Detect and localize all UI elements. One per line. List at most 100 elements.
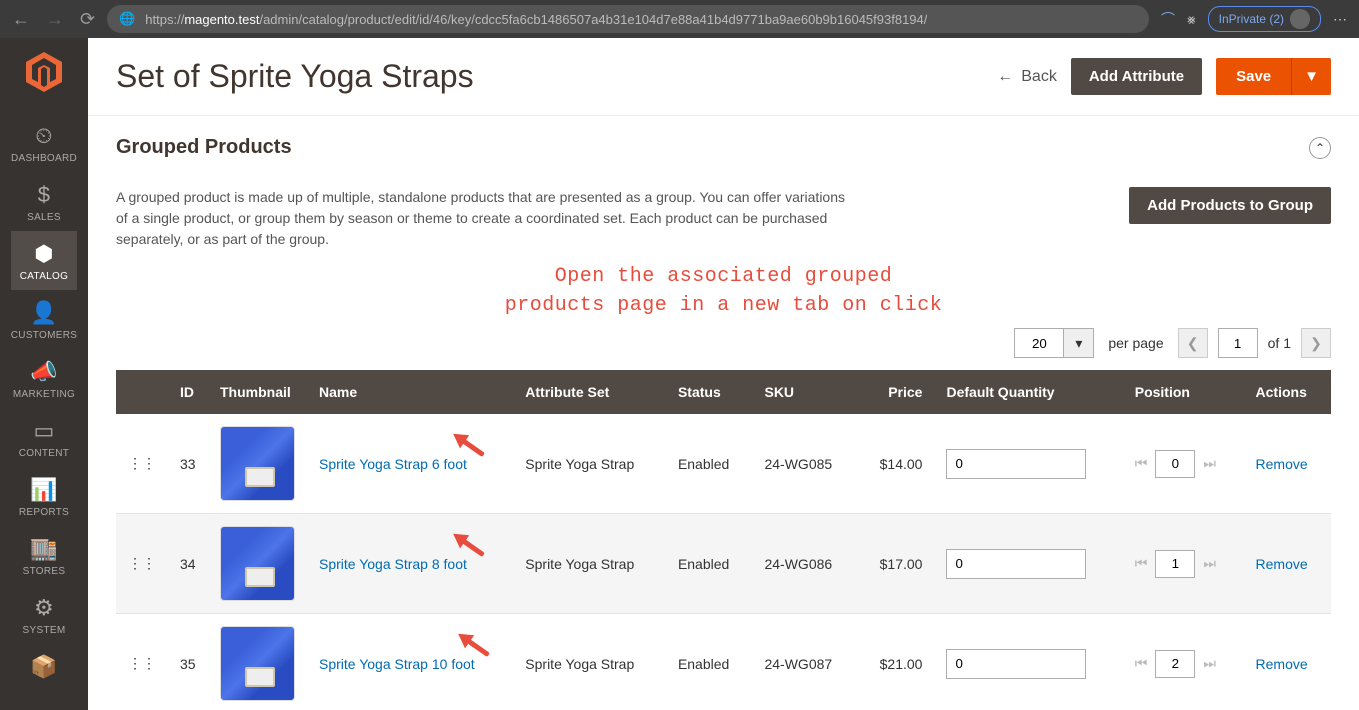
- url-bar[interactable]: 🌐 https://magento.test/admin/catalog/pro…: [107, 5, 1149, 33]
- th-thumbnail: Thumbnail: [208, 370, 307, 414]
- cell-position: ⏮⏭: [1123, 414, 1244, 514]
- back-button[interactable]: ← Back: [997, 68, 1057, 86]
- browser-forward-icon: →: [46, 9, 64, 30]
- next-page-button[interactable]: ❯: [1301, 328, 1331, 358]
- position-first-icon[interactable]: ⏮: [1135, 455, 1148, 472]
- default-qty-input[interactable]: [946, 649, 1086, 679]
- cell-status: Enabled: [666, 514, 753, 614]
- page-header: Set of Sprite Yoga Straps ← Back Add Att…: [88, 38, 1359, 116]
- product-thumbnail: [220, 626, 295, 701]
- position-first-icon[interactable]: ⏮: [1135, 555, 1148, 572]
- add-attribute-button[interactable]: Add Attribute: [1071, 58, 1202, 95]
- annotation-text: Open the associated grouped products pag…: [116, 262, 1331, 320]
- cell-name: Sprite Yoga Strap 10 foot: [307, 614, 513, 710]
- globe-icon: 🌐: [119, 11, 135, 27]
- th-actions: Actions: [1244, 370, 1331, 414]
- page-title: Set of Sprite Yoga Straps: [116, 58, 474, 95]
- cell-attribute-set: Sprite Yoga Strap: [513, 614, 666, 710]
- cell-id: 34: [168, 514, 208, 614]
- current-page-input[interactable]: [1218, 328, 1258, 358]
- sidebar-item-dashboard[interactable]: ⏲DASHBOARD: [11, 113, 77, 172]
- drag-handle-icon[interactable]: ⋮⋮: [116, 614, 168, 710]
- browser-refresh-icon[interactable]: ⟳: [80, 9, 95, 30]
- product-name-link[interactable]: Sprite Yoga Strap 8 foot: [319, 556, 467, 572]
- cell-position: ⏮⏭: [1123, 514, 1244, 614]
- magento-logo-icon[interactable]: [26, 52, 62, 101]
- sidebar-item-extra[interactable]: 📦: [11, 644, 77, 692]
- browser-more-icon[interactable]: ⋯: [1333, 11, 1347, 28]
- sidebar-item-label: STORES: [23, 566, 66, 577]
- grid-toolbar: ▾ per page ❮ of 1 ❯: [116, 328, 1331, 358]
- product-thumbnail: [220, 426, 295, 501]
- default-qty-input[interactable]: [946, 449, 1086, 479]
- sidebar-icon: 📣: [11, 359, 77, 385]
- cell-name: Sprite Yoga Strap 6 foot: [307, 414, 513, 514]
- add-products-to-group-button[interactable]: Add Products to Group: [1129, 187, 1331, 224]
- table-row: ⋮⋮33Sprite Yoga Strap 6 footSprite Yoga …: [116, 414, 1331, 514]
- cell-actions: Remove: [1244, 414, 1331, 514]
- position-input[interactable]: [1155, 550, 1195, 578]
- save-button[interactable]: Save ▼: [1216, 58, 1331, 95]
- cell-price: $17.00: [858, 514, 935, 614]
- avatar-icon: [1290, 9, 1310, 29]
- sidebar-item-catalog[interactable]: ⬢CATALOG: [11, 231, 77, 290]
- browser-extensions-icon[interactable]: ⨳: [1187, 11, 1196, 28]
- cell-price: $21.00: [858, 614, 935, 710]
- cell-sku: 24-WG085: [752, 414, 857, 514]
- sidebar-icon: 📊: [11, 477, 77, 503]
- default-qty-input[interactable]: [946, 549, 1086, 579]
- sidebar-item-label: SALES: [27, 212, 61, 223]
- browser-back-icon[interactable]: ←: [12, 9, 30, 30]
- product-name-link[interactable]: Sprite Yoga Strap 10 foot: [319, 656, 475, 672]
- browser-ext-icon[interactable]: ⌒: [1161, 9, 1175, 29]
- remove-link[interactable]: Remove: [1256, 656, 1308, 672]
- position-first-icon[interactable]: ⏮: [1135, 655, 1148, 672]
- position-input[interactable]: [1155, 450, 1195, 478]
- cell-sku: 24-WG086: [752, 514, 857, 614]
- inprivate-badge[interactable]: InPrivate (2): [1208, 6, 1321, 32]
- sidebar-item-content[interactable]: ▭CONTENT: [11, 408, 77, 467]
- drag-handle-icon[interactable]: ⋮⋮: [116, 514, 168, 614]
- th-name: Name: [307, 370, 513, 414]
- url-text: https://magento.test/admin/catalog/produ…: [145, 12, 927, 27]
- cell-status: Enabled: [666, 414, 753, 514]
- cell-sku: 24-WG087: [752, 614, 857, 710]
- save-label: Save: [1216, 58, 1291, 95]
- remove-link[interactable]: Remove: [1256, 556, 1308, 572]
- th-default-qty: Default Quantity: [934, 370, 1122, 414]
- sidebar-item-label: CONTENT: [19, 448, 69, 459]
- sidebar-item-customers[interactable]: 👤CUSTOMERS: [11, 290, 77, 349]
- cell-attribute-set: Sprite Yoga Strap: [513, 514, 666, 614]
- sidebar-item-label: CUSTOMERS: [11, 330, 77, 341]
- sidebar-item-label: MARKETING: [13, 389, 75, 400]
- page-size-dropdown[interactable]: ▾: [1064, 328, 1094, 358]
- drag-handle-icon[interactable]: ⋮⋮: [116, 414, 168, 514]
- sidebar-item-system[interactable]: ⚙SYSTEM: [11, 585, 77, 644]
- cell-default-qty: [934, 614, 1122, 710]
- sidebar-item-stores[interactable]: 🏬STORES: [11, 526, 77, 585]
- save-dropdown-caret[interactable]: ▼: [1291, 58, 1331, 95]
- position-last-icon[interactable]: ⏭: [1203, 655, 1216, 672]
- th-attribute-set: Attribute Set: [513, 370, 666, 414]
- product-name-link[interactable]: Sprite Yoga Strap 6 foot: [319, 456, 467, 472]
- sidebar-item-sales[interactable]: $SALES: [11, 172, 77, 231]
- collapse-icon[interactable]: ⌃: [1309, 137, 1331, 159]
- position-input[interactable]: [1155, 650, 1195, 678]
- sidebar-item-reports[interactable]: 📊 REPORTS: [11, 467, 77, 526]
- position-last-icon[interactable]: ⏭: [1203, 555, 1216, 572]
- cell-actions: Remove: [1244, 514, 1331, 614]
- cell-thumbnail: [208, 614, 307, 710]
- cell-id: 35: [168, 614, 208, 710]
- cell-attribute-set: Sprite Yoga Strap: [513, 414, 666, 514]
- prev-page-button[interactable]: ❮: [1178, 328, 1208, 358]
- section-description: A grouped product is made up of multiple…: [116, 187, 856, 250]
- cell-thumbnail: [208, 514, 307, 614]
- cell-price: $14.00: [858, 414, 935, 514]
- position-last-icon[interactable]: ⏭: [1203, 455, 1216, 472]
- sidebar-item-label: DASHBOARD: [11, 153, 77, 164]
- sidebar-icon: ⚙: [11, 595, 77, 621]
- sidebar-item-label: REPORTS: [19, 507, 69, 518]
- remove-link[interactable]: Remove: [1256, 456, 1308, 472]
- sidebar-item-marketing[interactable]: 📣 MARKETING: [11, 349, 77, 408]
- page-size-input[interactable]: [1014, 328, 1064, 358]
